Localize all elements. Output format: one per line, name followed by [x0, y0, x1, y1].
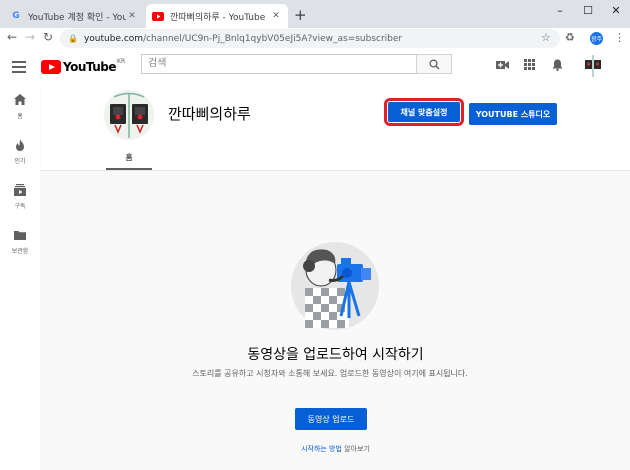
bookmark-star-icon[interactable]: ☆ [541, 31, 551, 44]
folder-icon [0, 229, 40, 243]
logo-region: KR [117, 57, 126, 65]
camera-person-illustration [285, 236, 385, 336]
maximize-icon[interactable]: ☐ [578, 4, 598, 17]
browser-tab-strip: G YouTube 계정 확인 - YouTube 고 ✕ 깐따삐의하루 - Y… [0, 0, 630, 28]
youtube-studio-button[interactable]: YOUTUBE 스튜디오 [469, 103, 557, 125]
back-arrow-icon[interactable]: ← [4, 30, 20, 44]
sidebar-item-home[interactable]: 홈 [0, 94, 40, 120]
youtube-icon [152, 10, 164, 22]
browser-tab-title: 깐따삐의하루 - YouTube [170, 12, 266, 23]
forward-arrow-icon[interactable]: → [22, 30, 38, 44]
header-divider [41, 170, 630, 171]
sidebar-item-subscriptions[interactable]: 구독 [0, 184, 40, 210]
sidebar-item-label: 홈 [17, 113, 23, 120]
notifications-bell-icon[interactable] [552, 59, 563, 74]
sidebar-item-label: 구독 [14, 203, 26, 210]
minimize-icon[interactable]: – [550, 4, 570, 17]
more-vertical-icon[interactable]: ⋮ [614, 31, 625, 44]
subscriptions-icon [0, 184, 40, 198]
url-host: youtube.com [83, 33, 144, 44]
browser-toolbar: ← → ↻ 🔒 youtube.com/channel/UC9n-Pj_Bnlq… [0, 28, 630, 51]
logo-text: YouTube [63, 60, 117, 74]
youtube-header: YouTube KR 검색 [0, 50, 630, 86]
empty-state-description: 스토리를 공유하고 시청자와 소통해 보세요. 업로드한 동영상이 여기에 표시… [192, 369, 468, 378]
home-icon [0, 94, 40, 108]
lock-icon: 🔒 [68, 34, 78, 43]
hamburger-menu-icon[interactable] [12, 61, 26, 76]
extension-recycle-icon[interactable]: ♻ [565, 31, 575, 44]
browser-profile-avatar[interactable]: 광주 [590, 32, 603, 45]
apps-grid-icon[interactable] [524, 59, 535, 73]
sidebar-item-label: 보관함 [11, 248, 29, 255]
reload-icon[interactable]: ↻ [40, 30, 56, 44]
create-video-icon[interactable] [496, 59, 509, 73]
window-close-icon[interactable]: ✕ [606, 4, 626, 17]
youtube-logo[interactable]: YouTube KR [41, 57, 126, 74]
tab-home[interactable]: 홈 [106, 152, 152, 163]
search-icon [428, 58, 439, 69]
sidebar-item-trending[interactable]: 인기 [0, 139, 40, 165]
browser-tab-channel[interactable]: 깐따삐의하루 - YouTube ✕ [146, 4, 288, 28]
search-button[interactable] [416, 54, 452, 74]
learn-how-link[interactable]: 시작하는 방법 [301, 445, 342, 453]
channel-avatar [104, 90, 154, 140]
customize-channel-button[interactable]: 채널 맞춤설정 [384, 98, 464, 126]
account-avatar[interactable] [584, 55, 602, 77]
channel-name: 깐따삐의하루 [168, 105, 251, 123]
sidebar-item-label: 인기 [14, 158, 26, 165]
upload-video-button[interactable]: 동영상 업로드 [295, 408, 367, 430]
fire-icon [0, 139, 40, 153]
search-input[interactable]: 검색 [141, 54, 417, 74]
browser-tab-account-check[interactable]: G YouTube 계정 확인 - YouTube 고 ✕ [4, 4, 144, 28]
empty-state-title: 동영상을 업로드하여 시작하기 [247, 347, 424, 363]
browser-tab-title: YouTube 계정 확인 - YouTube 고 [28, 12, 126, 23]
youtube-play-icon [41, 60, 61, 74]
sidebar-item-library[interactable]: 보관함 [0, 229, 40, 255]
sidebar: 홈 인기 구독 보관함 [0, 86, 40, 470]
learn-how-suffix: 알아보기 [341, 445, 370, 453]
close-icon[interactable]: ✕ [270, 11, 282, 21]
close-icon[interactable]: ✕ [126, 11, 138, 21]
learn-how-text: 시작하는 방법 알아보기 [41, 444, 630, 454]
address-bar[interactable]: 🔒 youtube.com/channel/UC9n-Pj_Bnlq1qybV0… [60, 29, 560, 48]
new-tab-plus-icon[interactable]: + [294, 6, 307, 24]
google-g-icon: G [12, 11, 20, 21]
url-path: /channel/UC9n-Pj_Bnlq1qybV05eJi5A?view_a… [143, 33, 403, 44]
channel-header: 깐따삐의하루 채널 맞춤설정 YOUTUBE 스튜디오 홈 [41, 86, 630, 170]
